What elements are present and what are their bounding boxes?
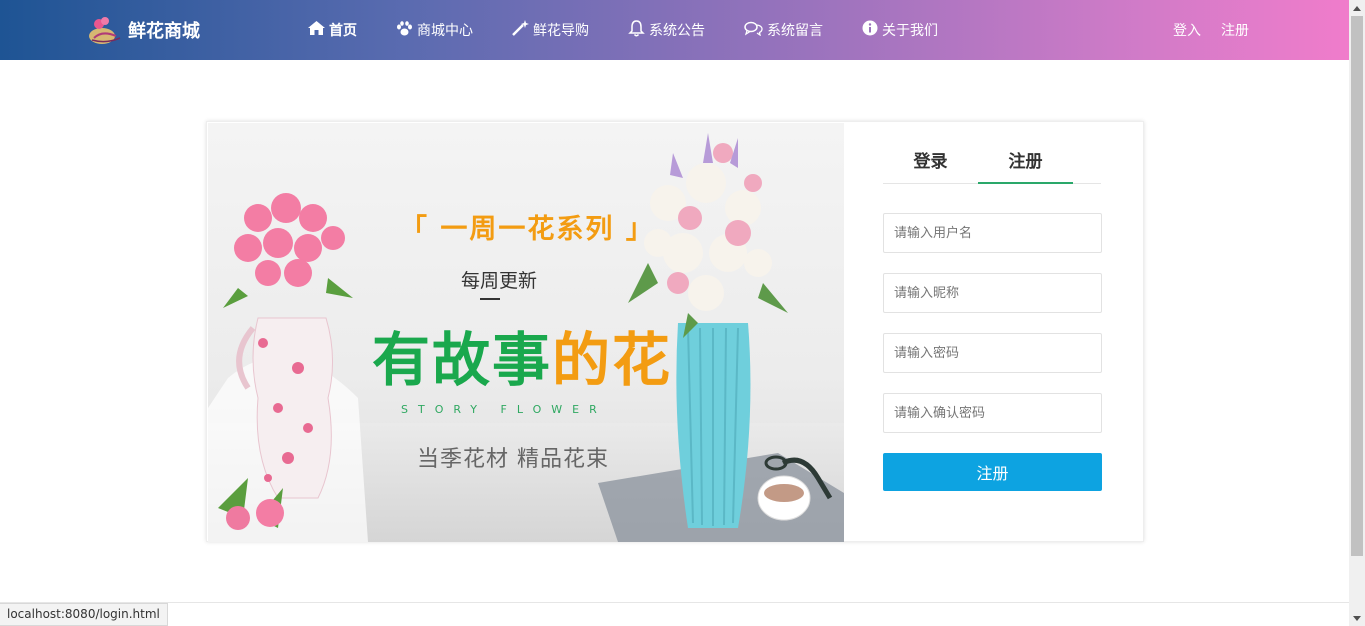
- register-link[interactable]: 注册: [1221, 20, 1249, 40]
- auth-tabs: 登录 注册: [883, 148, 1101, 184]
- banner-weekly-text: 每周更新: [461, 270, 538, 292]
- nav-label: 系统公告: [649, 23, 705, 39]
- banner-english-text: STORY FLOWER: [401, 403, 607, 416]
- password-input[interactable]: [883, 333, 1102, 373]
- nav-label: 系统留言: [767, 23, 823, 39]
- nav-item-guide[interactable]: 鲜花导购: [512, 20, 589, 40]
- nav-label: 鲜花导购: [533, 23, 589, 39]
- confirm-password-input[interactable]: [883, 393, 1102, 433]
- banner-divider: [480, 298, 500, 300]
- main-nav: 首页 商城中心 鲜花导购 系统公告 系统留言 关于我们: [308, 0, 977, 60]
- comments-icon: [744, 21, 767, 40]
- nav-label: 商城中心: [417, 23, 473, 39]
- brand-title: 鲜花商城: [128, 21, 200, 42]
- vertical-scrollbar[interactable]: [1349, 0, 1365, 626]
- login-link[interactable]: 登入: [1173, 20, 1201, 40]
- scroll-down-arrow-icon[interactable]: [1349, 610, 1365, 626]
- nav-label: 首页: [329, 23, 357, 39]
- nav-item-message[interactable]: 系统留言: [744, 20, 823, 40]
- tab-login[interactable]: 登录: [883, 148, 978, 184]
- nav-item-notice[interactable]: 系统公告: [628, 19, 705, 41]
- home-icon: [308, 21, 329, 39]
- banner-subtitle: 当季花材 精品花束: [417, 447, 609, 472]
- nav-item-about[interactable]: 关于我们: [862, 20, 938, 40]
- brand[interactable]: 鲜花商城: [88, 12, 200, 48]
- login-card: 「 一周一花系列 」 每周更新 有故事的花 STORY FLOWER 当季花材 …: [206, 121, 1144, 542]
- blue-vase-bouquet-image: [598, 133, 844, 542]
- rose-vase-image: [208, 193, 368, 542]
- magic-wand-icon: [512, 20, 533, 40]
- top-navbar: 鲜花商城 首页 商城中心 鲜花导购 系统公告 系统留言 关于我们 登入 注册: [0, 0, 1349, 60]
- register-submit-button[interactable]: 注册: [883, 453, 1102, 491]
- promo-banner: 「 一周一花系列 」 每周更新 有故事的花 STORY FLOWER 当季花材 …: [208, 123, 844, 542]
- nav-label: 关于我们: [882, 23, 938, 39]
- scroll-up-arrow-icon[interactable]: [1349, 0, 1365, 16]
- nav-item-home[interactable]: 首页: [308, 20, 357, 40]
- info-circle-icon: [862, 20, 882, 40]
- paw-icon: [396, 20, 417, 40]
- page-bottom-divider: [0, 602, 1349, 603]
- auth-links: 登入 注册: [1173, 0, 1269, 60]
- flower-logo-icon: [88, 12, 124, 48]
- nav-item-mall[interactable]: 商城中心: [396, 20, 473, 40]
- bell-icon: [628, 19, 649, 41]
- tab-register[interactable]: 注册: [978, 148, 1073, 184]
- browser-status-bar: localhost:8080/login.html: [0, 603, 168, 626]
- username-input[interactable]: [883, 213, 1102, 253]
- banner-headline-green: 有故事: [372, 326, 553, 394]
- scrollbar-thumb[interactable]: [1351, 16, 1363, 556]
- nickname-input[interactable]: [883, 273, 1102, 313]
